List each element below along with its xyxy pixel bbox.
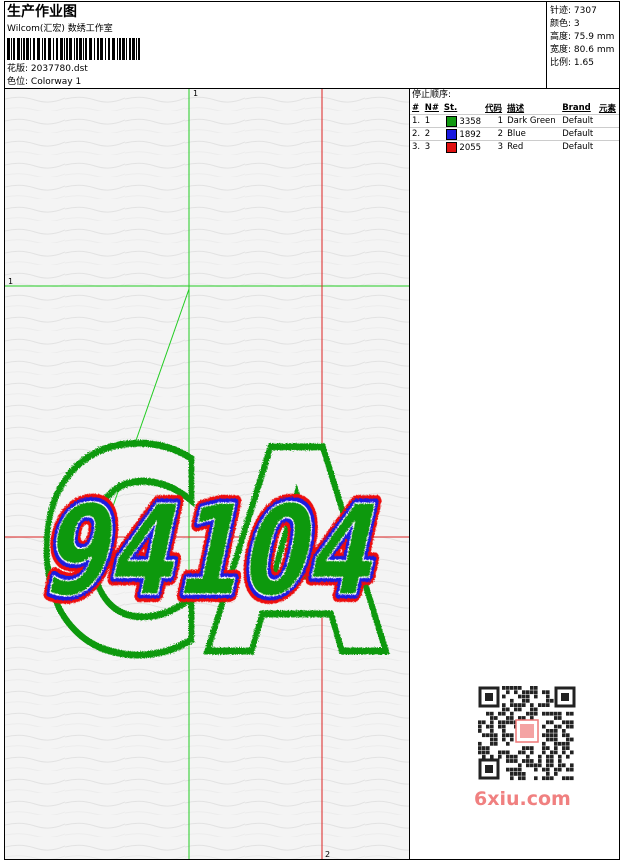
table-row: 3. 3 2055 3 Red Default [410,140,619,153]
row-brand: Default [560,127,597,141]
row-description: Red [505,140,561,153]
col-number: N# [424,103,439,113]
stats-box: 针迹: 7307 颜色: 3 高度: 75.9 mm 宽度: 80.6 mm 比… [546,1,620,89]
row-code: 1 [483,114,506,128]
stat-value: 3 [573,19,580,29]
barcode-icon [7,38,140,60]
stat-label: 针迹: [550,6,572,16]
row-number: 3 [422,140,442,153]
table-row: 1. 1 3358 1 Dark Green Default [410,114,619,128]
row-stitches: 1892 [441,127,484,141]
row-brand: Default [560,114,597,128]
stat-label: 宽度: [550,45,572,55]
stitch-count: 1892 [459,129,482,140]
row-index: 2. [410,127,423,141]
col-code: 代码 [485,104,503,114]
row-code: 2 [483,127,506,141]
color-table-header: # N# St. 代码 描述 Brand 元素 [410,102,619,115]
design-number-green-fill: 94104 [34,478,395,623]
header-box: 生产作业图 Wilcom(汇宏) 数绣工作室 花版: 2037780.dst 色… [4,1,547,89]
stat-value: 75.9 mm [573,32,615,42]
company-name: Wilcom(汇宏) 数绣工作室 [7,24,113,34]
col-brand: Brand [562,103,591,113]
page-title: 生产作业图 [7,4,77,20]
row-element [596,127,619,141]
row-code: 3 [483,140,506,153]
row-number: 2 [422,127,442,141]
embroidery-canvas: 1 1 2 CA 94104 94104 94104 [5,89,409,859]
row-index: 1. [410,114,423,128]
stat-value: 7307 [573,6,597,16]
row-number: 1 [422,114,442,128]
col-stitches: St. [443,103,458,113]
color-swatch [445,141,457,153]
guide-label-top: 1 [193,89,198,98]
design-value: 2037780.dst [30,64,88,74]
colorway-value: Colorway 1 [30,77,82,87]
design-number-group: 94104 94104 94104 [26,470,403,631]
design-label: 花版: [7,64,29,74]
colorway-label: 色位: [7,77,29,87]
row-description: Dark Green [505,114,561,128]
row-index: 3. [410,140,423,153]
production-sheet: 生产作业图 Wilcom(汇宏) 数绣工作室 花版: 2037780.dst 色… [0,0,620,861]
stat-colors: 颜色: 3 [550,19,580,30]
row-element [596,114,619,128]
row-brand: Default [560,140,597,153]
design-file: 花版: 2037780.dst [7,64,88,75]
row-stitches: 3358 [441,114,484,128]
stitch-count: 3358 [459,116,482,127]
row-stitches: 2055 [441,140,484,153]
color-table: # N# St. 代码 描述 Brand 元素 1. 1 3358 1 Dark… [410,102,619,153]
stop-sequence-title: 停止顺序: [412,90,452,100]
col-element: 元素 [598,104,616,114]
colorway: 色位: Colorway 1 [7,77,81,88]
stat-stitches: 针迹: 7307 [550,6,597,17]
color-swatch [445,128,457,140]
guide-label-left: 1 [8,277,13,286]
stat-height: 高度: 75.9 mm [550,32,614,43]
row-description: Blue [505,127,561,141]
color-swatch [445,115,457,127]
table-row: 2. 2 1892 2 Blue Default [410,127,619,141]
stat-ratio: 比例: 1.65 [550,58,594,69]
col-index: # [412,103,420,113]
guide-label-bottom: 2 [325,850,330,859]
stat-value: 80.6 mm [573,45,615,55]
stat-value: 1.65 [573,58,594,68]
stat-label: 颜色: [550,19,572,29]
stitch-count: 2055 [459,142,482,153]
stat-label: 高度: [550,32,572,42]
design-preview: 1 1 2 CA 94104 94104 94104 [4,88,410,860]
row-element [596,140,619,153]
watermark: 6xiu.com [474,788,571,810]
stat-label: 比例: [550,58,572,68]
stat-width: 宽度: 80.6 mm [550,45,614,56]
col-description: 描述 [507,104,525,114]
